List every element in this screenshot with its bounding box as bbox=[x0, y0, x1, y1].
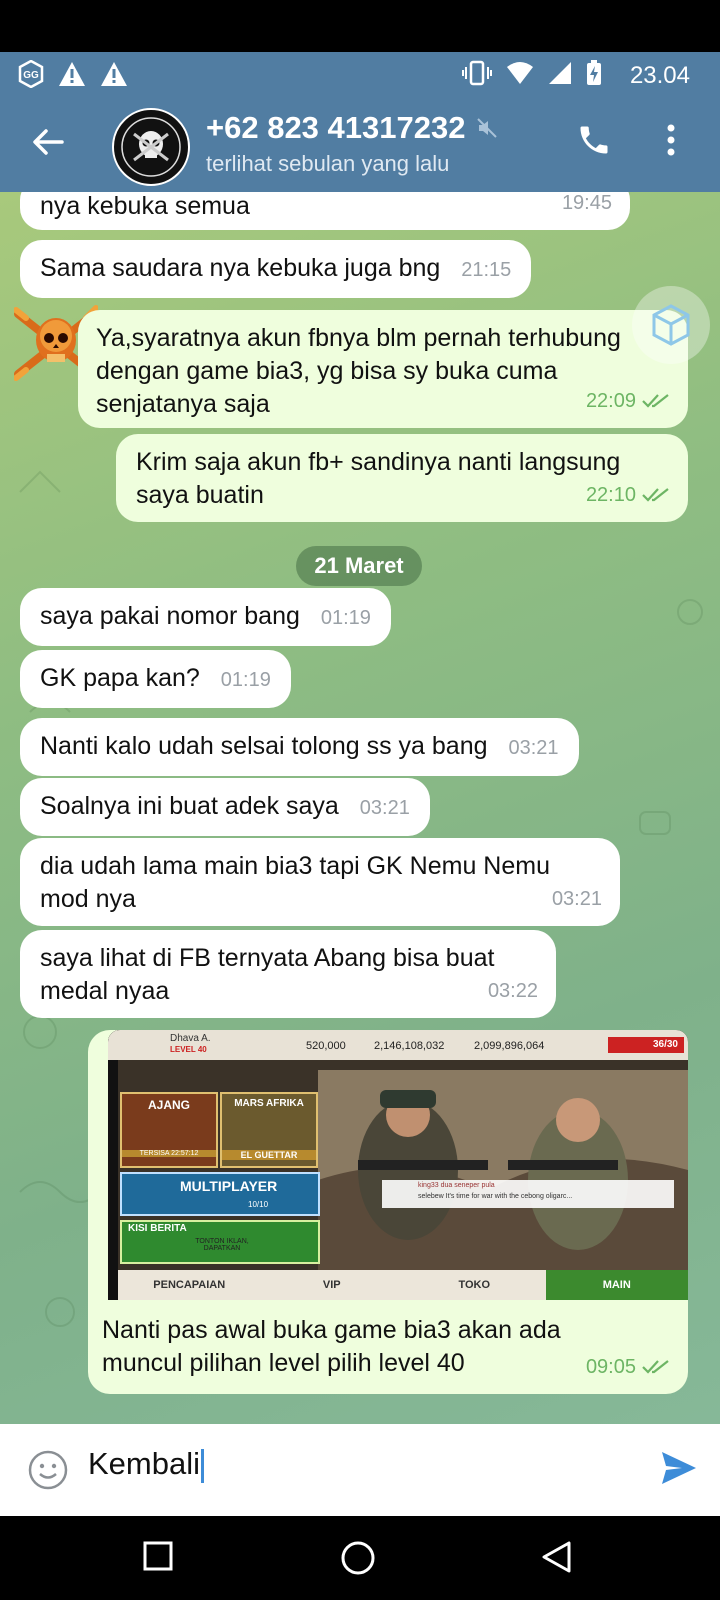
phone-call-icon[interactable] bbox=[576, 122, 612, 163]
message-incoming[interactable]: Sama saudara nya kebuka juga bng 21:15 bbox=[20, 240, 532, 298]
back-triangle-icon[interactable] bbox=[540, 1540, 572, 1579]
message-text: saya lihat di FB ternyata Abang bisa bua… bbox=[40, 944, 495, 1005]
contact-name[interactable]: +62 823 41317232 bbox=[206, 110, 498, 146]
date-separator: 21 Maret bbox=[296, 546, 422, 586]
message-time: 21:15 bbox=[461, 259, 512, 281]
game-tab: VIP bbox=[322, 1279, 341, 1291]
message-incoming[interactable]: Nanti kalo udah selsai tolong ss ya bang… bbox=[20, 718, 579, 776]
message-incoming[interactable]: saya pakai nomor bang 01:19 bbox=[20, 588, 391, 646]
message-time: 22:09 bbox=[585, 390, 636, 412]
message-text: Nanti kalo udah selsai tolong ss ya bang bbox=[40, 732, 488, 760]
top-black-bar bbox=[0, 0, 720, 52]
battery-charging-icon bbox=[586, 60, 602, 91]
double-check-icon bbox=[642, 385, 670, 418]
message-time: 03:21 bbox=[359, 797, 410, 819]
message-incoming[interactable]: GK papa kan? 01:19 bbox=[20, 650, 291, 708]
message-time: 03:21 bbox=[551, 888, 602, 910]
message-text: Sama saudara nya kebuka juga bng bbox=[40, 254, 441, 282]
muted-icon bbox=[477, 110, 498, 146]
message-outgoing[interactable]: Ya,syaratnya akun fbnya blm pernah terhu… bbox=[78, 310, 688, 428]
game-tab-bar: PENCAPAIAN VIP TOKO MAIN bbox=[118, 1270, 688, 1300]
message-incoming[interactable]: saya lihat di FB ternyata Abang bisa bua… bbox=[20, 930, 556, 1018]
game-stat: 2,099,896,064 bbox=[474, 1040, 545, 1052]
game-tab: PENCAPAIAN bbox=[153, 1279, 226, 1291]
message-outgoing[interactable]: Krim saja akun fb+ sandinya nanti langsu… bbox=[116, 434, 688, 522]
warning-icon bbox=[58, 61, 86, 92]
game-tab: MAIN bbox=[545, 1270, 688, 1300]
game-stat: 2,146,108,032 bbox=[374, 1040, 445, 1052]
message-time: 03:21 bbox=[508, 737, 559, 759]
message-input-bar: Kembali bbox=[0, 1424, 720, 1516]
chat-header: +62 823 41317232 terlihat sebulan yang l… bbox=[0, 96, 720, 192]
message-text: dia udah lama main bia3 tapi GK Nemu Nem… bbox=[40, 852, 550, 913]
message-time: 19:45 bbox=[561, 192, 612, 214]
message-text: GK papa kan? bbox=[40, 664, 200, 692]
double-check-icon bbox=[642, 479, 670, 512]
player-name: Dhava A. bbox=[170, 1033, 211, 1044]
last-seen-status: terlihat sebulan yang lalu bbox=[206, 151, 450, 176]
message-time: 01:19 bbox=[320, 607, 371, 629]
message-caption: Nanti pas awal buka game bia3 akan ada m… bbox=[102, 1316, 561, 1377]
wifi-icon bbox=[506, 61, 534, 90]
message-text: Soalnya ini buat adek saya bbox=[40, 792, 339, 820]
game-chat: king33 dua seneper pula selebew It's tim… bbox=[382, 1180, 674, 1208]
message-text: saya pakai nomor bang bbox=[40, 602, 300, 630]
message-input[interactable]: Kembali bbox=[88, 1446, 204, 1483]
message-time: 01:19 bbox=[220, 669, 271, 691]
signal-icon bbox=[548, 61, 572, 90]
status-time: 23.04 bbox=[629, 61, 690, 89]
send-icon[interactable] bbox=[660, 1450, 698, 1491]
message-incoming[interactable]: Soalnya ini buat adek saya 03:21 bbox=[20, 778, 430, 836]
recent-apps-icon[interactable] bbox=[142, 1540, 174, 1577]
cube-sticker[interactable] bbox=[632, 286, 710, 364]
android-nav-bar bbox=[0, 1516, 720, 1600]
message-text: nya kebuka semua bbox=[40, 192, 250, 220]
home-icon[interactable] bbox=[340, 1540, 376, 1581]
back-arrow-icon[interactable] bbox=[30, 124, 66, 165]
vibrate-icon bbox=[461, 60, 492, 91]
game-screenshot-image[interactable]: Dhava A. LEVEL 40 520,000 2,146,108,032 … bbox=[108, 1030, 688, 1300]
gg-icon: GG bbox=[18, 59, 44, 93]
message-incoming[interactable]: dia udah lama main bia3 tapi GK Nemu Nem… bbox=[20, 838, 620, 926]
game-tile: MARS AFRIKA EL GUETTAR bbox=[220, 1092, 318, 1168]
avatar[interactable] bbox=[112, 108, 190, 186]
message-time: 09:05 bbox=[585, 1356, 636, 1378]
game-tab: TOKO bbox=[458, 1279, 491, 1291]
game-tile: AJANG TERSISA 22:57:12 bbox=[120, 1092, 218, 1168]
emoji-icon[interactable] bbox=[28, 1450, 68, 1495]
game-multiplayer: MULTIPLAYER 10/10 bbox=[120, 1172, 320, 1216]
text-caret bbox=[201, 1448, 204, 1483]
message-time: 03:22 bbox=[487, 980, 538, 1002]
double-check-icon bbox=[642, 1351, 670, 1384]
message-incoming[interactable]: nya kebuka semua 19:45 bbox=[20, 192, 630, 230]
message-text: Krim saja akun fb+ sandinya nanti langsu… bbox=[136, 448, 621, 509]
game-news: KISI BERITA TONTON IKLAN, DAPATKAN bbox=[120, 1220, 320, 1264]
more-options-icon[interactable] bbox=[664, 122, 678, 163]
warning-icon bbox=[100, 61, 128, 92]
svg-text:GG: GG bbox=[23, 70, 39, 81]
game-energy: 36/30 bbox=[608, 1037, 684, 1053]
game-stat: 520,000 bbox=[306, 1040, 346, 1052]
message-text: Ya,syaratnya akun fbnya blm pernah terhu… bbox=[96, 324, 621, 418]
status-bar: GG 23.04 bbox=[0, 52, 720, 96]
player-level: LEVEL 40 bbox=[170, 1045, 207, 1054]
message-time: 22:10 bbox=[585, 484, 636, 506]
